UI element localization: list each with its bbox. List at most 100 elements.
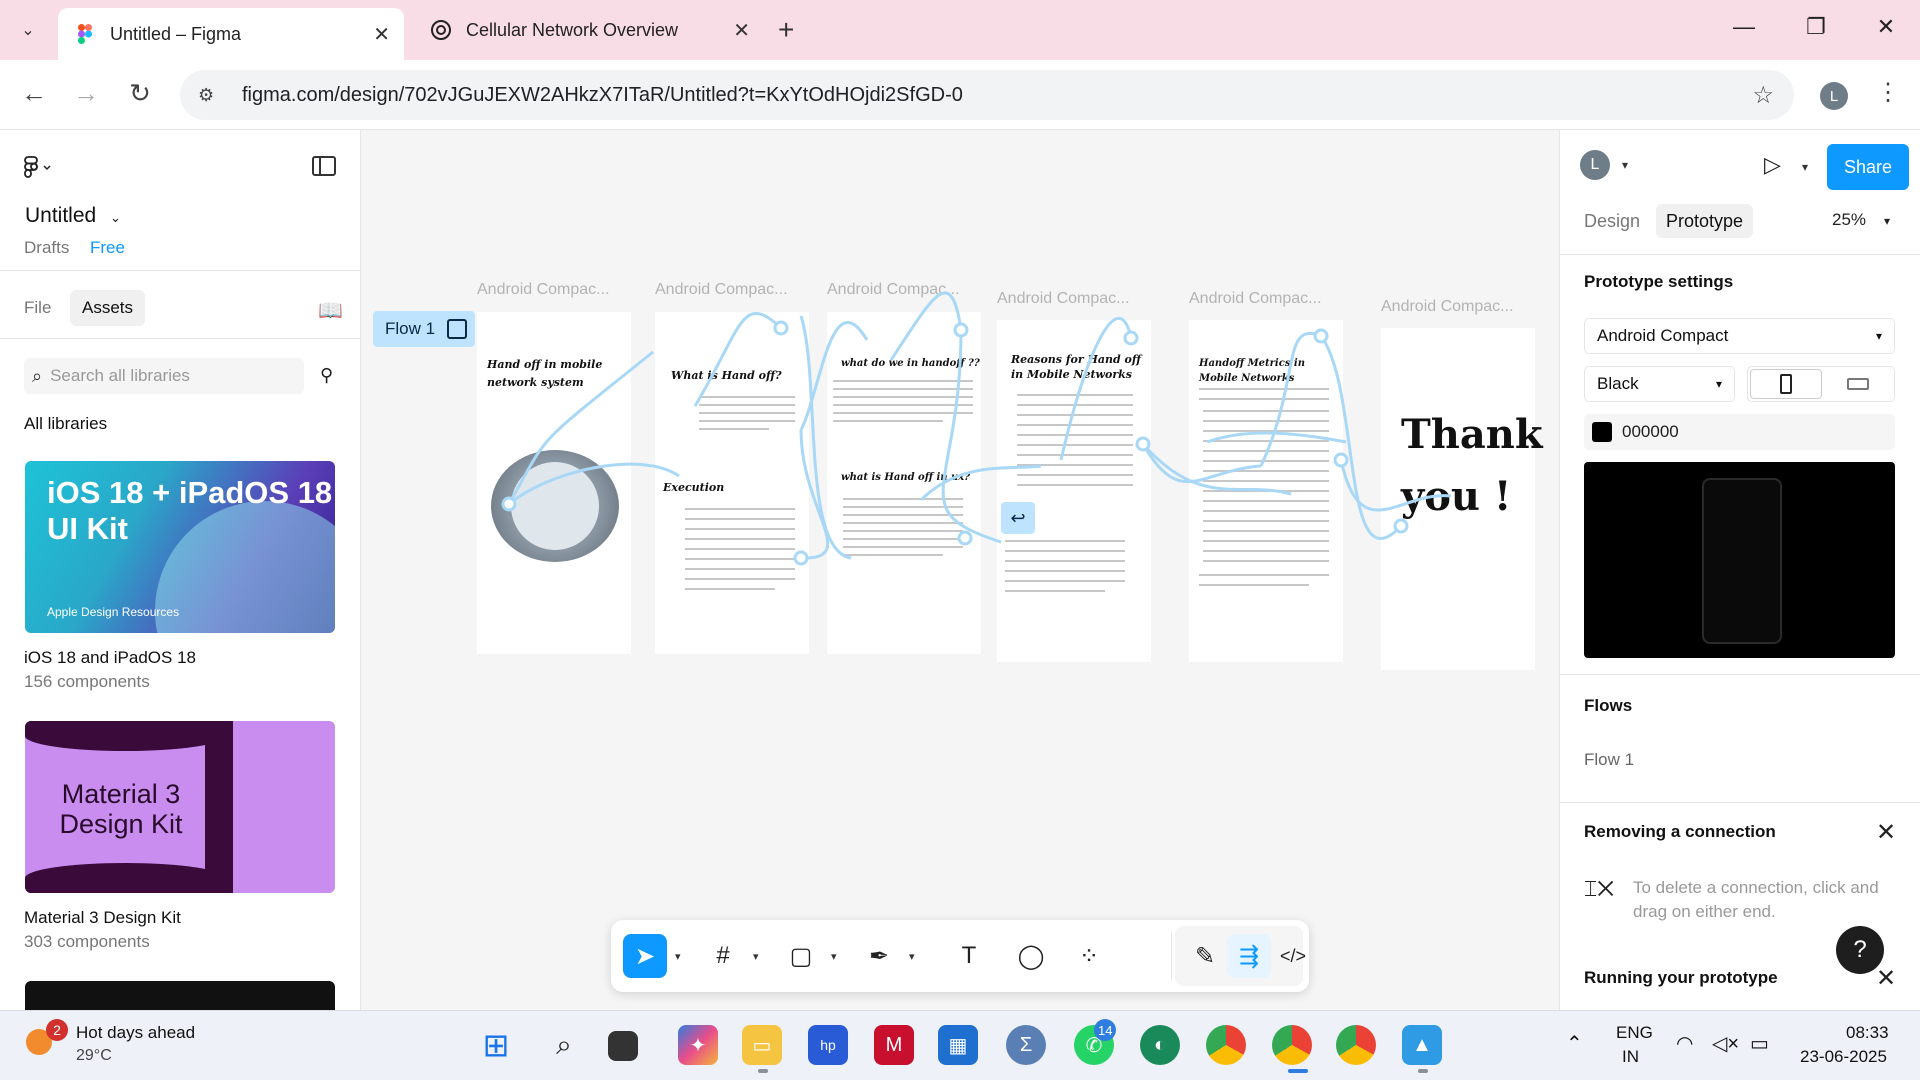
copilot-icon[interactable]: ✦	[678, 1025, 718, 1065]
reload-icon[interactable]: ↻	[122, 78, 158, 109]
move-tool-icon[interactable]: ➤	[623, 934, 667, 978]
frame-label[interactable]: Android Compac...	[1189, 290, 1322, 308]
chrome-icon[interactable]	[1336, 1025, 1376, 1065]
comment-tool-icon[interactable]: ◯	[1009, 934, 1053, 978]
chevron-down-icon[interactable]: ▾	[909, 950, 915, 963]
design-canvas[interactable]: Flow 1 Android Compac... Android Compac.…	[361, 130, 1559, 1010]
myhp-icon[interactable]: hp	[808, 1025, 848, 1065]
forward-icon[interactable]: →	[68, 78, 104, 109]
landscape-button[interactable]	[1822, 369, 1894, 399]
bookmark-star-icon[interactable]: ☆	[1752, 81, 1774, 110]
language-indicator[interactable]: ENG	[1616, 1023, 1653, 1043]
frame-label[interactable]: Android Compac...	[477, 281, 610, 299]
clock-date[interactable]: 23-06-2025	[1800, 1047, 1887, 1067]
minimize-icon[interactable]: —	[1724, 14, 1764, 40]
frame-label[interactable]: Android Compac...	[655, 281, 788, 299]
library-name[interactable]: iOS 18 and iPadOS 18	[24, 648, 196, 668]
clock-time[interactable]: 08:33	[1846, 1023, 1889, 1043]
actions-tool-icon[interactable]: ⁘	[1067, 934, 1111, 978]
region-indicator[interactable]: IN	[1622, 1047, 1639, 1067]
edge-icon[interactable]: ◐	[1140, 1025, 1180, 1065]
site-info-icon[interactable]: ⚙	[198, 85, 228, 106]
color-swatch[interactable]	[1592, 422, 1612, 442]
background-color-field[interactable]: 000000	[1584, 414, 1895, 450]
library-thumb-ios[interactable]: iOS 18 + iPadOS 18 UI Kit Apple Design R…	[25, 461, 335, 633]
flow-starting-point[interactable]: Flow 1	[373, 311, 475, 347]
play-flow-icon[interactable]	[447, 319, 467, 339]
chrome-profile-icon[interactable]	[1206, 1025, 1246, 1065]
chrome-active-icon[interactable]	[1272, 1025, 1312, 1065]
wifi-icon[interactable]: ◠	[1676, 1031, 1693, 1056]
share-button[interactable]: Share	[1827, 144, 1909, 190]
new-tab-icon[interactable]: +	[778, 14, 794, 46]
browser-menu-icon[interactable]: ⋮	[1876, 78, 1900, 107]
library-name[interactable]: Material 3 Design Kit	[24, 908, 181, 928]
frame-label[interactable]: Android Compac...	[827, 281, 960, 299]
close-tab-icon[interactable]: ✕	[733, 18, 750, 43]
library-thumb-partial[interactable]	[25, 981, 335, 1010]
prototype-mode-icon[interactable]: ⇶	[1227, 934, 1271, 978]
android-frame-1[interactable]: Hand off in mobile network system	[477, 312, 631, 654]
rectangle-tool-icon[interactable]: ▢	[779, 934, 823, 978]
back-action-icon[interactable]: ↩	[1001, 502, 1035, 534]
user-avatar[interactable]: L	[1580, 150, 1610, 180]
url-omnibox[interactable]: ⚙ figma.com/design/702vJGuJEXW2AHkzX7ITa…	[180, 70, 1794, 120]
library-book-icon[interactable]: 📖	[318, 298, 343, 323]
pen-tool-icon[interactable]: ✒	[857, 934, 901, 978]
close-icon[interactable]: ✕	[1876, 818, 1896, 847]
file-title[interactable]: Untitled ⌄	[25, 204, 121, 228]
filter-sliders-icon[interactable]: ⚲	[320, 365, 333, 386]
tab-search-chevron-icon[interactable]: ⌄	[12, 14, 44, 46]
flow-item[interactable]: Flow 1	[1584, 750, 1634, 770]
frame-tool-icon[interactable]: #	[701, 934, 745, 978]
toggle-sidebar-icon[interactable]	[312, 156, 336, 176]
library-thumb-material[interactable]: Material 3 Design Kit	[25, 721, 335, 893]
present-play-icon[interactable]: ▷	[1764, 152, 1781, 178]
tab-figma[interactable]: Untitled – Figma ✕	[58, 8, 404, 60]
file-explorer-icon[interactable]: ▭	[742, 1025, 782, 1065]
device-select[interactable]: Android Compact ▾	[1584, 318, 1895, 354]
frame-label[interactable]: Android Compac...	[997, 290, 1130, 308]
chevron-down-icon[interactable]: ▾	[675, 950, 681, 963]
device-color-select[interactable]: Black ▾	[1584, 366, 1735, 402]
volume-muted-icon[interactable]: ◁×	[1712, 1031, 1739, 1056]
chevron-down-icon[interactable]: ▾	[1802, 160, 1808, 174]
zoom-level[interactable]: 25% ▾	[1832, 210, 1890, 230]
frame-label[interactable]: Android Compac...	[1381, 298, 1514, 316]
tab-cellular[interactable]: Cellular Network Overview ✕	[414, 8, 764, 52]
show-hidden-icons-chevron[interactable]: ⌃	[1566, 1031, 1583, 1056]
chevron-down-icon[interactable]: ▾	[831, 950, 837, 963]
tab-design[interactable]: Design	[1574, 204, 1650, 238]
weather-title[interactable]: Hot days ahead	[76, 1023, 195, 1043]
profile-avatar[interactable]: L	[1820, 82, 1848, 110]
android-frame-4[interactable]: Reasons for Hand off in Mobile Networks	[997, 320, 1151, 662]
android-frame-3[interactable]: what do we in handoff ?? what is Hand of…	[827, 312, 981, 654]
photos-icon[interactable]: ▲	[1402, 1025, 1442, 1065]
chevron-down-icon[interactable]: ▾	[1622, 158, 1628, 172]
android-frame-2[interactable]: What is Hand off? Execution	[655, 312, 809, 654]
url-text[interactable]: figma.com/design/702vJGuJEXW2AHkzX7ITaR/…	[242, 84, 963, 107]
task-view-icon[interactable]	[608, 1031, 638, 1061]
close-tab-icon[interactable]: ✕	[373, 22, 390, 47]
close-window-icon[interactable]: ✕	[1866, 14, 1906, 40]
store-icon[interactable]: ▦	[938, 1025, 978, 1065]
search-icon[interactable]: ⌕	[544, 1025, 584, 1065]
tab-file[interactable]: File	[12, 290, 63, 326]
plan-badge[interactable]: Free	[90, 238, 125, 258]
restore-icon[interactable]: ❐	[1796, 14, 1836, 40]
chevron-down-icon[interactable]: ▾	[753, 950, 759, 963]
figma-menu-icon[interactable]	[24, 156, 54, 184]
close-icon[interactable]: ✕	[1876, 964, 1896, 993]
dev-mode-icon[interactable]: </>	[1271, 934, 1315, 978]
search-libraries-input[interactable]: ⌕ Search all libraries	[24, 358, 304, 394]
math-app-icon[interactable]: Σ	[1006, 1025, 1046, 1065]
portrait-button[interactable]	[1750, 369, 1822, 399]
tab-prototype[interactable]: Prototype	[1656, 204, 1754, 238]
mcafee-icon[interactable]: M	[874, 1025, 914, 1065]
tab-assets[interactable]: Assets	[70, 290, 146, 326]
battery-icon[interactable]: ▭	[1750, 1031, 1769, 1056]
back-icon[interactable]: ←	[16, 78, 52, 109]
windows-start-icon[interactable]: ⊞	[476, 1025, 516, 1065]
android-frame-6[interactable]: Thank you !	[1381, 328, 1543, 670]
android-frame-5[interactable]: Handoff Metrics in Mobile Networks	[1189, 320, 1343, 662]
